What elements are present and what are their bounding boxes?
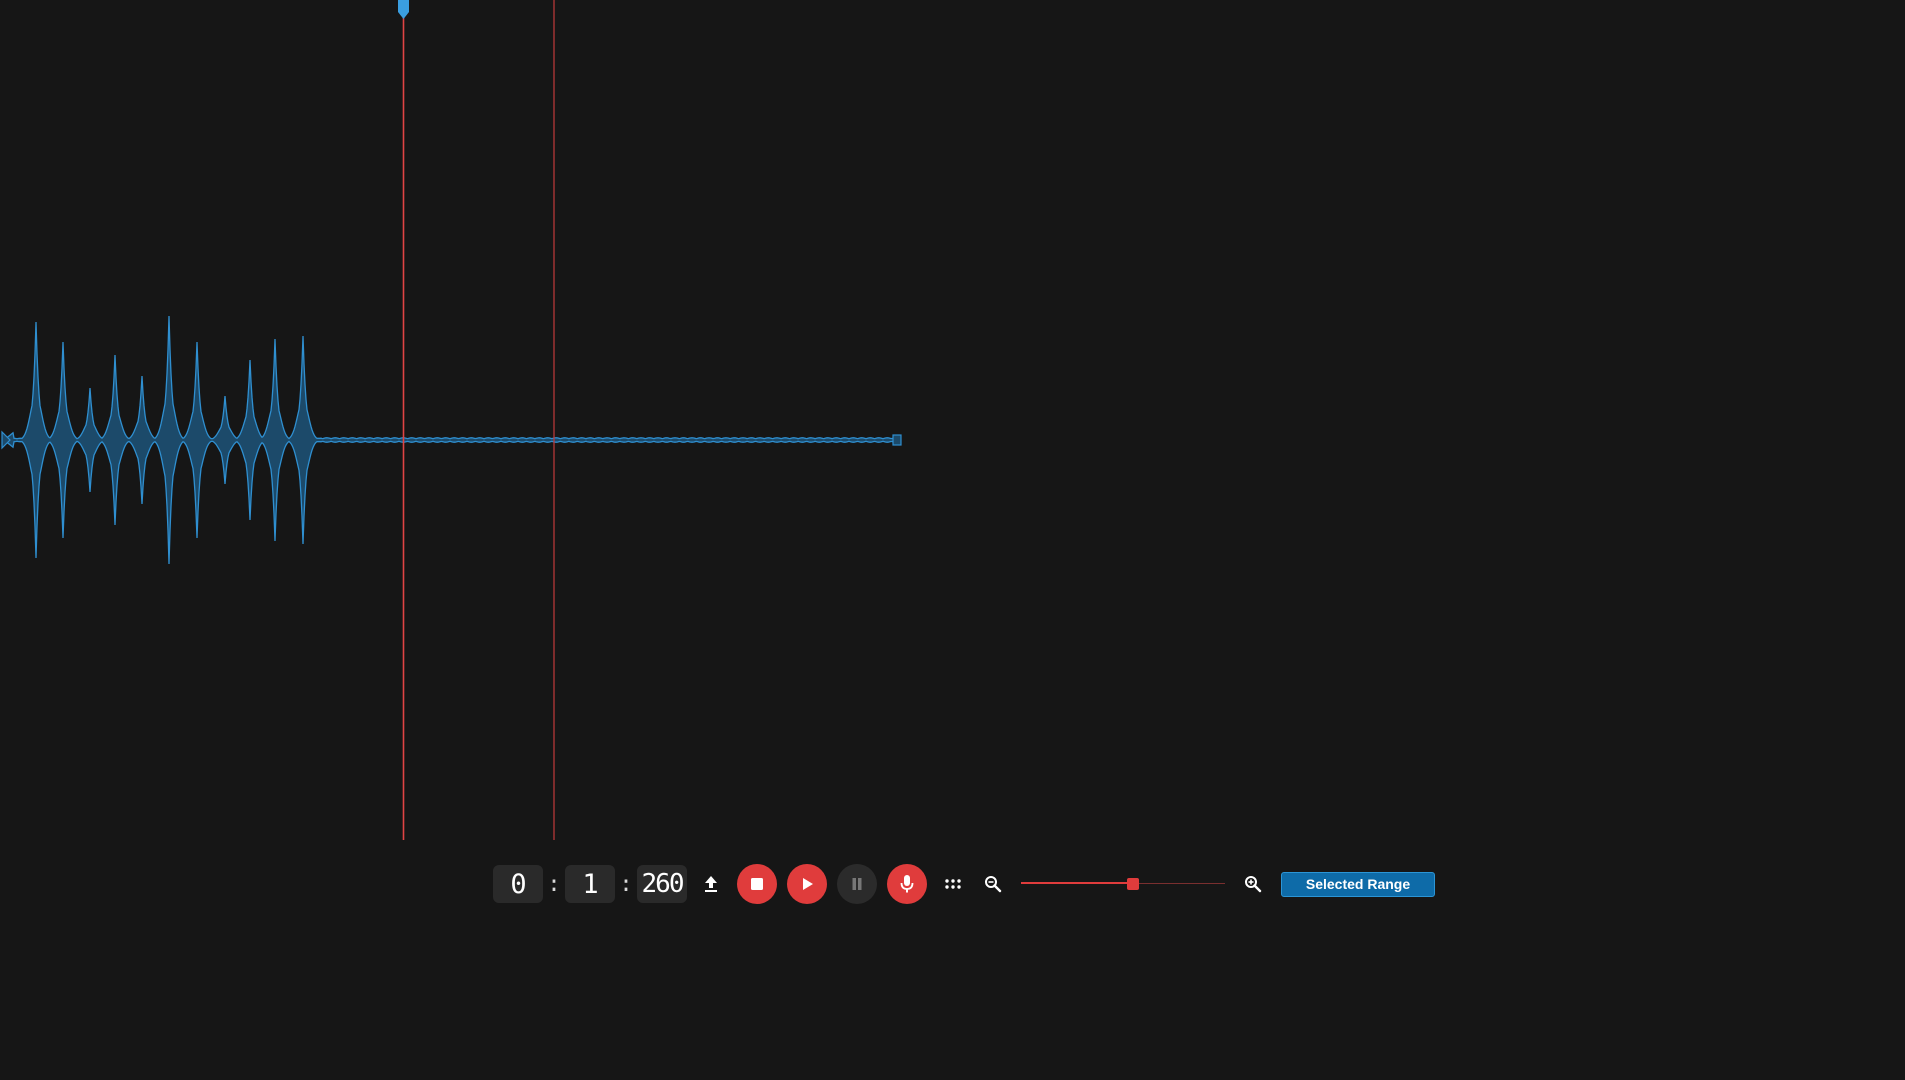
upload-button[interactable]	[691, 864, 731, 904]
zoom-slider-fill	[1021, 882, 1134, 884]
zoom-out-icon	[985, 876, 1002, 893]
transport-toolbar: 0 : 1 : 260 Selected Range	[493, 864, 1435, 904]
zoom-in-icon	[1245, 876, 1262, 893]
more-options-button[interactable]	[933, 864, 973, 904]
waveform	[3, 315, 897, 565]
zoom-slider[interactable]	[1021, 864, 1225, 904]
timecode-minutes: 0	[493, 865, 543, 903]
timecode-separator: :	[619, 871, 633, 897]
timecode-milliseconds: 260	[637, 865, 687, 903]
stop-button[interactable]	[737, 864, 777, 904]
waveform-start-marker[interactable]	[1, 430, 11, 450]
microphone-icon	[900, 875, 914, 893]
stop-icon	[751, 878, 763, 890]
waveform-end-marker[interactable]	[892, 434, 902, 446]
selected-range-button[interactable]: Selected Range	[1281, 871, 1435, 897]
pause-icon	[852, 878, 862, 890]
zoom-in-button[interactable]	[1233, 864, 1273, 904]
waveform-canvas[interactable]	[0, 0, 1905, 840]
waveform-editor[interactable]	[0, 0, 1905, 840]
timecode-seconds: 1	[565, 865, 615, 903]
timecode-separator: :	[547, 871, 561, 897]
zoom-slider-thumb[interactable]	[1127, 878, 1140, 890]
upload-icon	[705, 876, 717, 892]
playhead-handle[interactable]	[398, 0, 409, 19]
dots-grid-icon	[945, 879, 961, 889]
pause-button[interactable]	[837, 864, 877, 904]
record-button[interactable]	[887, 864, 927, 904]
play-icon	[803, 878, 813, 890]
play-button[interactable]	[787, 864, 827, 904]
zoom-out-button[interactable]	[973, 864, 1013, 904]
